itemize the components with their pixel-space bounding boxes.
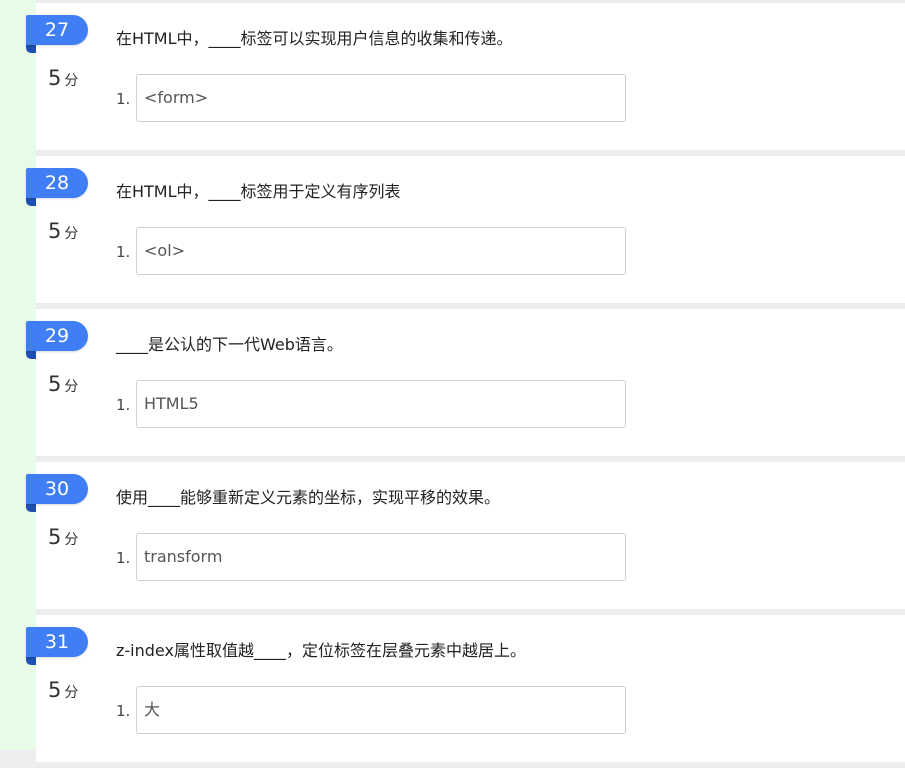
question-27: 27 5分 在HTML中，____标签可以实现用户信息的收集和传递。 1. <f… — [26, 3, 905, 150]
answer-field[interactable]: 大 — [136, 686, 626, 734]
question-30: 30 5分 使用____能够重新定义元素的坐标，实现平移的效果。 1. tran… — [26, 462, 905, 609]
score-unit: 分 — [64, 73, 79, 89]
question-number: 27 — [26, 15, 88, 45]
score-value: 5 — [48, 66, 62, 90]
question-31: 31 5分 z-index属性取值越____，定位标签在层叠元素中越居上。 1.… — [26, 615, 905, 762]
question-number-badge: 29 — [26, 321, 88, 359]
question-text: 在HTML中，____标签可以实现用户信息的收集和传递。 — [116, 29, 513, 48]
question-score: 5分 — [48, 66, 78, 90]
question-number: 29 — [26, 321, 88, 351]
question-number-badge: 31 — [26, 627, 88, 665]
question-28: 28 5分 在HTML中，____标签用于定义有序列表 1. <ol> — [26, 156, 905, 303]
question-text: ____是公认的下一代Web语言。 — [116, 335, 343, 354]
score-unit: 分 — [64, 226, 79, 242]
score-unit: 分 — [64, 379, 79, 395]
question-text: 使用____能够重新定义元素的坐标，实现平移的效果。 — [116, 488, 501, 507]
question-text: 在HTML中，____标签用于定义有序列表 — [116, 182, 401, 201]
question-number-badge: 27 — [26, 15, 88, 53]
answer-index: 1. — [116, 243, 131, 261]
question-number-badge: 30 — [26, 474, 88, 512]
question-score: 5分 — [48, 678, 78, 702]
question-score: 5分 — [48, 219, 78, 243]
answer-field[interactable]: transform — [136, 533, 626, 581]
score-value: 5 — [48, 219, 62, 243]
score-value: 5 — [48, 372, 62, 396]
score-unit: 分 — [64, 685, 79, 701]
answer-index: 1. — [116, 396, 131, 414]
question-number: 28 — [26, 168, 88, 198]
answer-index: 1. — [116, 702, 131, 720]
question-number: 31 — [26, 627, 88, 657]
question-number: 30 — [26, 474, 88, 504]
score-unit: 分 — [64, 532, 79, 548]
answer-field[interactable]: <form> — [136, 74, 626, 122]
question-number-badge: 28 — [26, 168, 88, 206]
answer-field[interactable]: HTML5 — [136, 380, 626, 428]
score-value: 5 — [48, 678, 62, 702]
answer-index: 1. — [116, 549, 131, 567]
question-text: z-index属性取值越____，定位标签在层叠元素中越居上。 — [116, 641, 526, 660]
score-value: 5 — [48, 525, 62, 549]
answer-index: 1. — [116, 90, 131, 108]
question-29: 29 5分 ____是公认的下一代Web语言。 1. HTML5 — [26, 309, 905, 456]
question-score: 5分 — [48, 525, 78, 549]
question-list: 27 5分 在HTML中，____标签可以实现用户信息的收集和传递。 1. <f… — [26, 3, 905, 768]
question-score: 5分 — [48, 372, 78, 396]
answer-field[interactable]: <ol> — [136, 227, 626, 275]
